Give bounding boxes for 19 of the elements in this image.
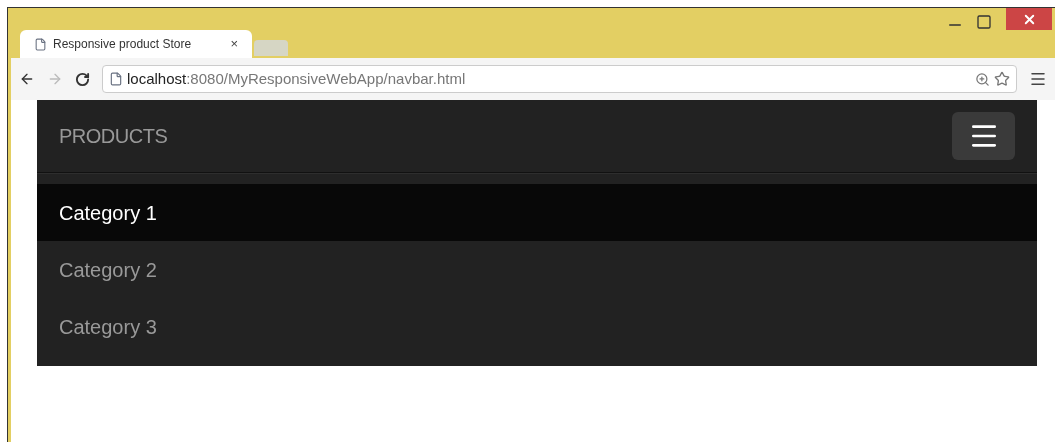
- back-icon[interactable]: [19, 71, 35, 87]
- nav-item[interactable]: Category 3: [37, 298, 1037, 355]
- nav-item[interactable]: Category 1: [37, 184, 1037, 241]
- url-text: localhost:8080/MyResponsiveWebApp/navbar.html: [127, 68, 466, 89]
- bookmark-star-icon[interactable]: [994, 71, 1010, 87]
- tab-title: Responsive product Store: [53, 36, 192, 53]
- tab-close-button[interactable]: ×: [230, 34, 238, 54]
- page-icon: [34, 37, 47, 51]
- browser-tab[interactable]: Responsive product Store ×: [20, 30, 252, 58]
- page-icon: [109, 72, 123, 86]
- nav-item[interactable]: Category 2: [37, 241, 1037, 298]
- zoom-icon[interactable]: [975, 71, 990, 87]
- browser-menu-icon[interactable]: [1029, 70, 1047, 88]
- address-bar[interactable]: localhost:8080/MyResponsiveWebApp/navbar.html: [102, 65, 1017, 93]
- navbar-brand[interactable]: PRODUCTS: [59, 121, 168, 151]
- reload-icon[interactable]: [75, 71, 90, 87]
- close-button[interactable]: [1006, 8, 1052, 30]
- maximize-icon[interactable]: [976, 14, 992, 30]
- menu-toggle-button[interactable]: [952, 112, 1015, 160]
